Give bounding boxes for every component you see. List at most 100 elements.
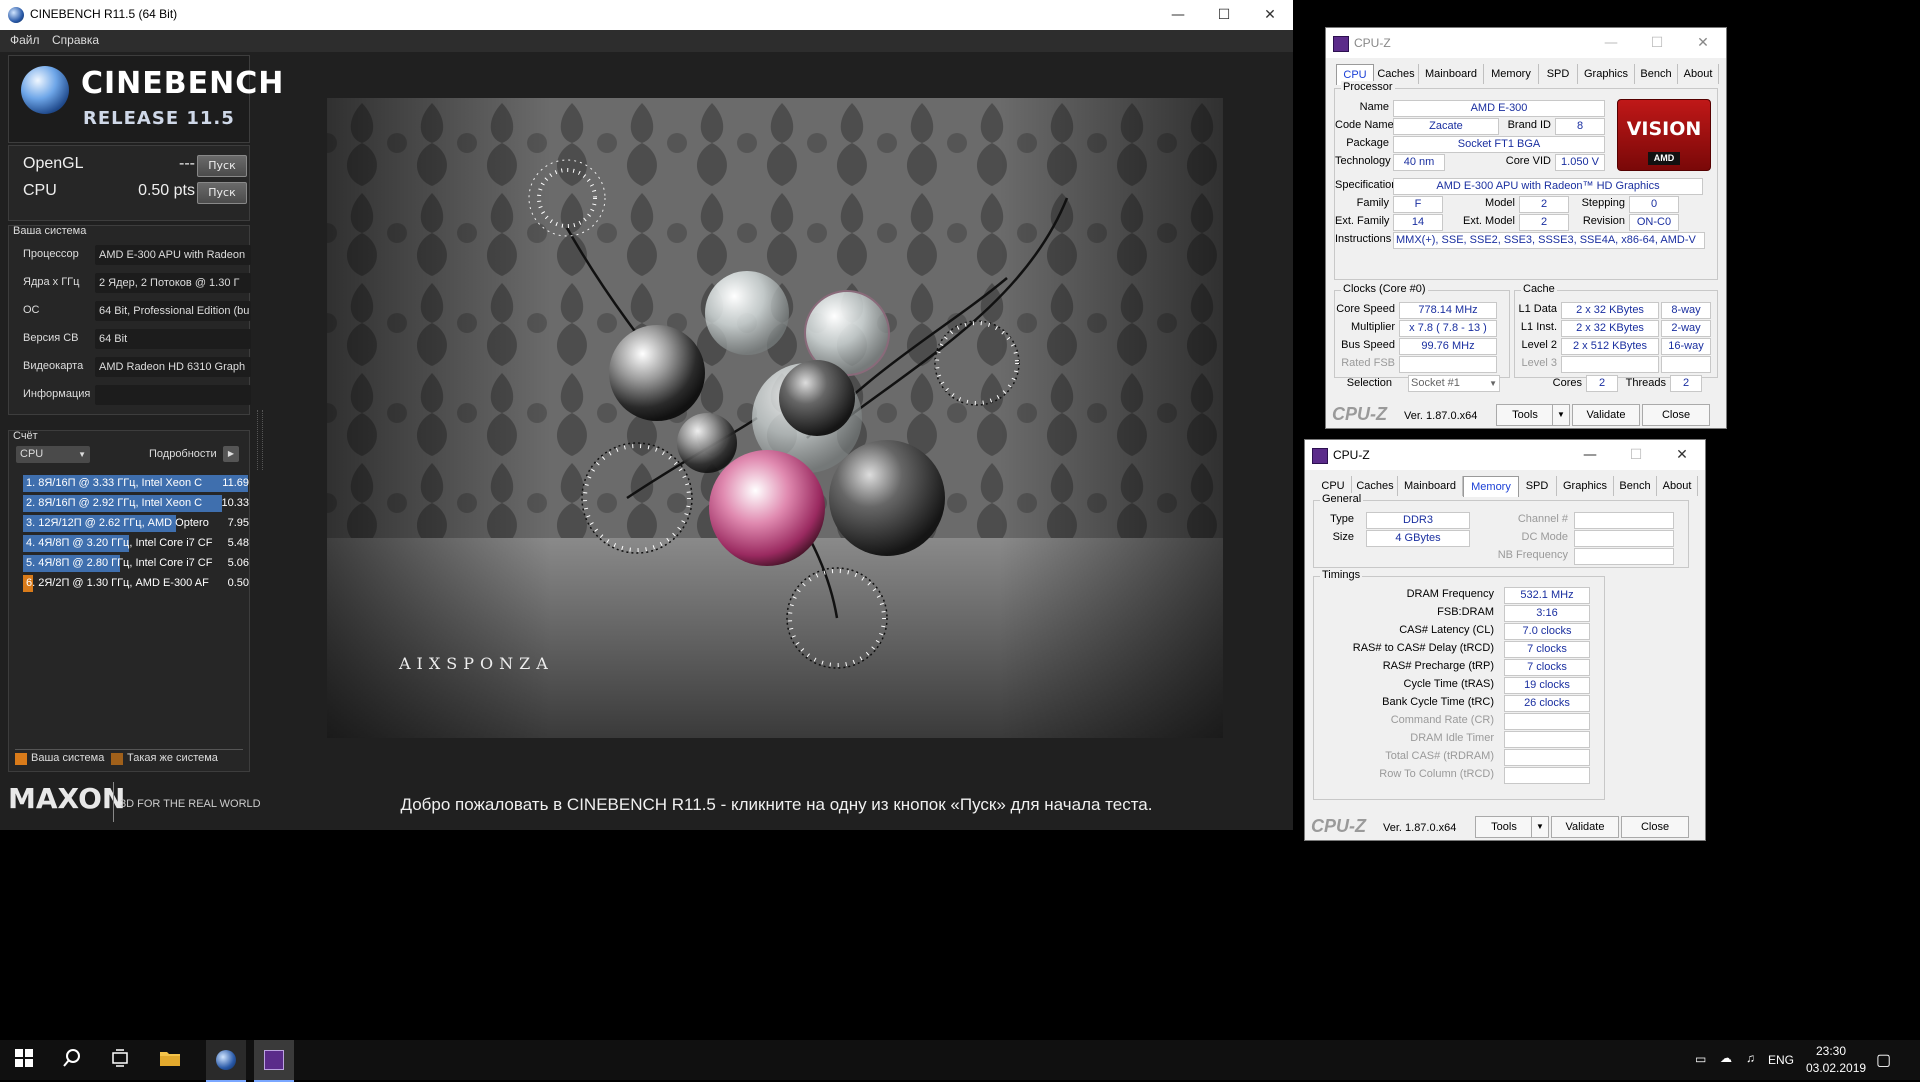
volume-icon[interactable]: ♫ (1746, 1051, 1755, 1065)
ranking-row[interactable]: 1. 8Я/16П @ 3.33 ГГц, Intel Xeon C 11.69 (23, 475, 251, 492)
sys-value: 64 Bit, Professional Edition (bu (95, 301, 251, 321)
tab-memory[interactable]: Memory (1484, 64, 1539, 84)
minimize-icon[interactable]: — (1155, 0, 1201, 30)
cinebench-sphere-icon (21, 66, 69, 114)
ranking-row[interactable]: 5. 4Я/8П @ 2.80 ГГц, Intel Core i7 CF 5.0… (23, 555, 251, 572)
tab-bench[interactable]: Bench (1635, 64, 1678, 84)
clock-time[interactable]: 23:30 (1816, 1044, 1846, 1058)
timing-value-empty (1504, 713, 1590, 730)
system-section-title: Ваша система (13, 225, 87, 237)
cinebench-titlebar[interactable]: CINEBENCH R11.5 (64 Bit) — ☐ ✕ (0, 0, 1293, 30)
tab-bench[interactable]: Bench (1614, 476, 1657, 496)
l2-way: 16-way (1661, 338, 1711, 355)
timing-label: RAS# to CAS# Delay (tRCD) (1352, 642, 1494, 654)
task-view-icon[interactable] (108, 1048, 132, 1072)
render-brand: AIXSPONZA (399, 654, 554, 673)
file-explorer-icon[interactable] (158, 1048, 182, 1072)
sys-label: ОС (23, 304, 40, 316)
tools-button[interactable]: Tools (1496, 404, 1554, 426)
l1d-way: 8-way (1661, 302, 1711, 319)
tab-spd[interactable]: SPD (1518, 476, 1557, 496)
tab-mainboard[interactable]: Mainboard (1419, 64, 1484, 84)
corevid-label: Core VID (1505, 155, 1551, 167)
cpuz-titlebar[interactable]: CPU-Z — ☐ ✕ (1326, 28, 1726, 58)
selection-label: Selection (1346, 377, 1392, 389)
timing-label-disabled: Row To Column (tRCD) (1379, 768, 1494, 780)
ranking-label: 3. 12Я/12П @ 2.62 ГГц, AMD Optero (26, 517, 209, 529)
tools-dropdown-icon[interactable]: ▼ (1531, 816, 1549, 838)
maxon-tagline: 3D FOR THE REAL WORLD (120, 798, 261, 810)
notifications-icon[interactable]: ▢ (1876, 1050, 1891, 1070)
tab-mainboard[interactable]: Mainboard (1398, 476, 1463, 496)
maximize-icon[interactable]: ☐ (1634, 28, 1680, 58)
processor-group: Processor Name AMD E-300 Code Name Zacat… (1334, 81, 1718, 280)
cpu-run-button[interactable]: Пуск (197, 182, 247, 204)
timing-label-disabled: Command Rate (CR) (1390, 714, 1494, 726)
info-field[interactable] (95, 385, 251, 405)
maximize-icon[interactable]: ☐ (1201, 0, 1247, 30)
tab-memory[interactable]: Memory (1463, 476, 1519, 497)
tab-graphics[interactable]: Graphics (1557, 476, 1614, 496)
window-title: CPU-Z (1333, 448, 1370, 462)
validate-button[interactable]: Validate (1551, 816, 1619, 838)
tab-about[interactable]: About (1657, 476, 1698, 496)
timings-group: Timings DRAM Frequency 532.1 MHz FSB:DRAM 3… (1313, 569, 1605, 800)
ranking-row[interactable]: 2. 8Я/16П @ 2.92 ГГц, Intel Xeon C 10.33 (23, 495, 251, 512)
ranking-row[interactable]: 3. 12Я/12П @ 2.62 ГГц, AMD Optero 7.95 (23, 515, 251, 532)
version-label: Ver. 1.87.0.x64 (1383, 822, 1457, 834)
maxon-logo: MAXON (8, 782, 126, 815)
close-button[interactable]: Close (1642, 404, 1710, 426)
close-button[interactable]: Close (1621, 816, 1689, 838)
tools-dropdown-icon[interactable]: ▼ (1552, 404, 1570, 426)
splitter-handle[interactable] (257, 410, 263, 470)
opengl-run-button[interactable]: Пуск (197, 155, 247, 177)
language-indicator[interactable]: ENG (1768, 1053, 1794, 1067)
chevron-down-icon: ▼ (78, 450, 86, 459)
nbfreq-label: NB Frequency (1497, 549, 1568, 561)
minimize-icon[interactable]: — (1567, 440, 1613, 470)
dcmode-value (1574, 530, 1674, 547)
taskbar: ▭ ☁ ♫ ENG 23:30 03.02.2019 ▢ (0, 1040, 1920, 1082)
cores-value: 2 (1586, 375, 1618, 392)
ranking-row[interactable]: 6. 2Я/2П @ 1.30 ГГц, AMD E-300 AF 0.50 (23, 575, 251, 592)
close-icon[interactable]: ✕ (1659, 440, 1705, 470)
tools-button[interactable]: Tools (1475, 816, 1533, 838)
spec-value: AMD E-300 APU with Radeon™ HD Graphics (1393, 178, 1703, 195)
l3-label: Level 3 (1521, 357, 1557, 369)
stepping-value: 0 (1629, 196, 1679, 213)
spec-label: Specification (1335, 179, 1398, 191)
cpuz-tabs: CPU Caches Mainboard Memory SPD Graphics… (1311, 476, 1699, 497)
validate-button[interactable]: Validate (1572, 404, 1640, 426)
revision-value: ON-C0 (1629, 214, 1679, 231)
close-icon[interactable]: ✕ (1680, 28, 1726, 58)
tab-about[interactable]: About (1678, 64, 1719, 84)
maximize-icon[interactable]: ☐ (1613, 440, 1659, 470)
tab-spd[interactable]: SPD (1539, 64, 1578, 84)
cpuz-taskbar-icon[interactable] (254, 1040, 294, 1082)
opengl-label: OpenGL (23, 155, 84, 172)
score-type-select[interactable]: CPU ▼ (16, 446, 90, 463)
tab-graphics[interactable]: Graphics (1578, 64, 1635, 84)
network-icon[interactable]: ☁ (1720, 1051, 1732, 1065)
battery-icon[interactable]: ▭ (1695, 1052, 1706, 1066)
cpuz-cpu-window: CPU-Z — ☐ ✕ CPU Caches Mainboard Memory … (1325, 27, 1727, 429)
ranking-row[interactable]: 4. 4Я/8П @ 3.20 ГГц, Intel Core i7 CF 5.4… (23, 535, 251, 552)
search-icon[interactable] (60, 1048, 84, 1072)
menu-file[interactable]: Файл (10, 33, 40, 47)
timing-value: 532.1 MHz (1504, 587, 1590, 604)
close-icon[interactable]: ✕ (1247, 0, 1293, 30)
l3-value (1561, 356, 1659, 373)
minimize-icon[interactable]: — (1588, 28, 1634, 58)
extfamily-value: 14 (1393, 214, 1443, 231)
menu-help[interactable]: Справка (52, 33, 99, 47)
instructions-value: MMX(+), SSE, SSE2, SSE3, SSSE3, SSE4A, x… (1393, 232, 1705, 249)
selection-select[interactable]: Socket #1 ▼ (1408, 375, 1500, 392)
multiplier-label: Multiplier (1350, 321, 1395, 333)
busspeed-label: Bus Speed (1341, 339, 1395, 351)
cpuz-titlebar[interactable]: CPU-Z — ☐ ✕ (1305, 440, 1705, 470)
windows-start-icon[interactable] (12, 1048, 36, 1072)
details-arrow-icon[interactable]: ▶ (223, 446, 239, 462)
cinebench-taskbar-icon[interactable] (206, 1040, 246, 1082)
clock-date[interactable]: 03.02.2019 (1806, 1061, 1866, 1075)
ranking-score: 11.69 (222, 477, 249, 489)
